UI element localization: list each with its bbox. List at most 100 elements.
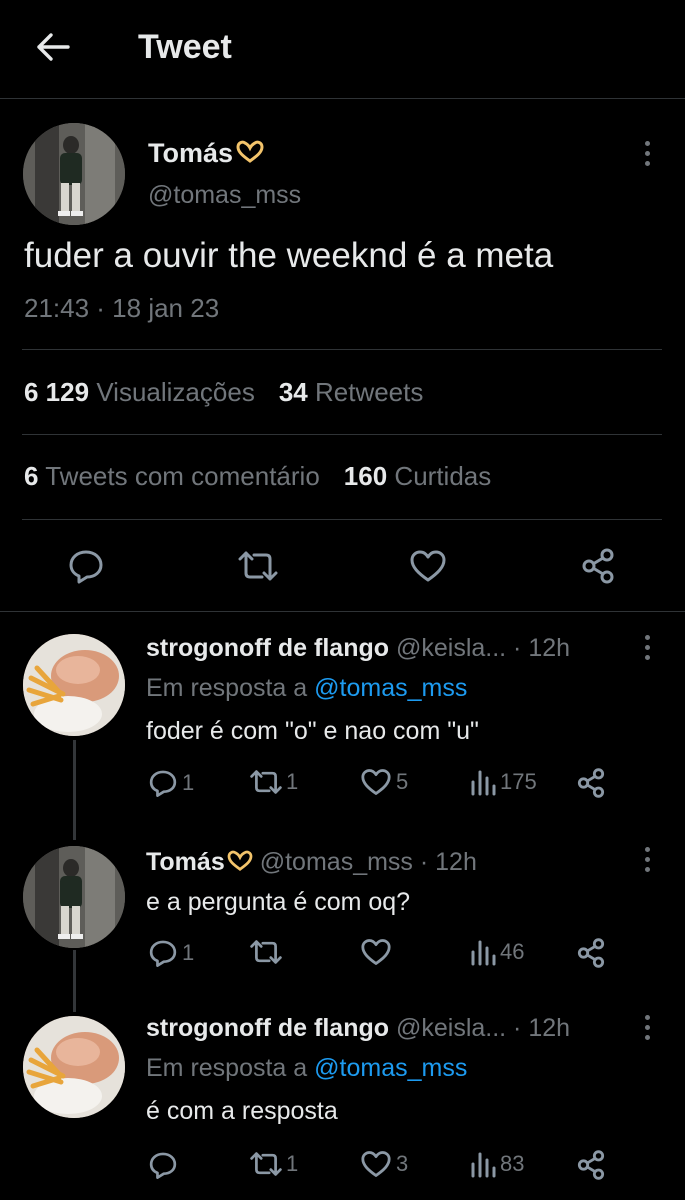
reply-retweet-button[interactable]: 1	[250, 768, 298, 796]
author-name[interactable]: Tomás	[148, 138, 265, 169]
reply-like-button[interactable]: 3	[360, 1150, 408, 1178]
retweet-icon	[250, 1150, 282, 1178]
view-count: 175	[500, 769, 537, 794]
reply-views-button[interactable]: 83	[470, 1150, 524, 1178]
top-bar: Tweet	[0, 0, 685, 99]
heart-icon	[409, 549, 447, 583]
avatar[interactable]	[23, 123, 125, 225]
more-options-icon[interactable]	[632, 632, 662, 662]
quote-tweets-stat[interactable]: 6 Tweets com comentário	[24, 461, 320, 491]
quotes-label: Tweets com comentário	[45, 461, 320, 491]
divider	[0, 611, 685, 612]
views-chart-icon	[470, 768, 496, 796]
like-count: 5	[396, 769, 409, 794]
likes-stat[interactable]: 160 Curtidas	[344, 461, 491, 491]
views-label: Visualizações	[96, 377, 255, 407]
reply-icon	[148, 938, 178, 968]
like-count: 3	[396, 1151, 409, 1176]
reply-avatar[interactable]	[23, 846, 125, 948]
reply-avatar[interactable]	[23, 1016, 125, 1118]
replying-to-label: Em resposta a	[146, 1054, 308, 1082]
divider	[22, 519, 662, 520]
reply-share-button[interactable]	[576, 768, 606, 798]
share-icon	[576, 938, 606, 968]
view-count: 83	[500, 1151, 525, 1176]
likes-label: Curtidas	[394, 461, 492, 491]
reply-icon	[148, 768, 178, 798]
reply-reply-button[interactable]: 1	[148, 768, 194, 798]
mention-link[interactable]: @tomas_mss	[314, 1054, 467, 1082]
tweet-timestamp[interactable]: 21:43 · 18 jan 23	[24, 293, 219, 324]
views-stat[interactable]: 6 129 Visualizações	[24, 377, 255, 407]
reply-like-button[interactable]	[360, 938, 396, 966]
retweet-count: 1	[286, 769, 299, 794]
views-chart-icon	[470, 938, 496, 966]
divider	[22, 434, 662, 435]
mention-link[interactable]: @tomas_mss	[314, 674, 467, 702]
share-icon	[580, 548, 616, 584]
author-handle[interactable]: @tomas_mss	[148, 181, 301, 210]
heart-hands-icon	[226, 850, 254, 872]
reply-views-button[interactable]: 175	[470, 768, 537, 796]
heart-icon	[360, 938, 392, 966]
reply-handle-time: @tomas_mss · 12h	[259, 848, 477, 876]
tweet-text: fuder a ouvir the weeknd é a meta	[24, 236, 554, 275]
tweet-screen: Tweet Tomás @tomas_mss fuder a ouvir the…	[0, 0, 685, 1200]
reply-share-button[interactable]	[576, 938, 606, 968]
back-button[interactable]	[32, 26, 74, 68]
retweets-stat[interactable]: 34 Retweets	[279, 377, 424, 407]
retweet-icon	[250, 768, 282, 796]
retweet-icon	[238, 549, 278, 583]
share-icon	[576, 768, 606, 798]
stats-row-views-retweets: 6 129 Visualizações 34 Retweets	[24, 377, 423, 408]
reply-author-name: strogonoff de flango	[146, 1014, 390, 1042]
heart-hands-icon	[235, 140, 265, 164]
reply-count: 1	[182, 770, 195, 795]
reply-retweet-button[interactable]: 1	[250, 1150, 298, 1178]
reply-reply-button[interactable]	[148, 1150, 182, 1180]
retweets-count: 34	[278, 377, 308, 407]
more-options-icon[interactable]	[632, 844, 662, 874]
reply-author-line[interactable]: Tomás @tomas_mss · 12h	[146, 848, 477, 877]
heart-icon	[360, 1150, 392, 1178]
arrow-left-icon	[36, 32, 70, 62]
thread-connector	[73, 950, 76, 1012]
divider	[22, 349, 662, 350]
views-count: 6 129	[24, 377, 90, 407]
replying-to-label: Em resposta a	[146, 674, 308, 702]
reply-count: 1	[182, 940, 195, 965]
reply-avatar[interactable]	[23, 634, 125, 736]
reply-author-line[interactable]: strogonoff de flango @keisla... · 12h	[146, 634, 570, 663]
like-button[interactable]	[408, 546, 448, 586]
likes-count: 160	[343, 461, 388, 491]
replying-to: Em resposta a @tomas_mss	[146, 1054, 467, 1083]
reply-button[interactable]	[66, 546, 106, 586]
retweet-button[interactable]	[238, 546, 278, 586]
stats-row-quotes-likes: 6 Tweets com comentário 160 Curtidas	[24, 461, 491, 492]
reply-author-name: Tomás	[146, 848, 225, 876]
reply-retweet-button[interactable]	[250, 938, 286, 966]
views-chart-icon	[470, 1150, 496, 1178]
reply-author-line[interactable]: strogonoff de flango @keisla... · 12h	[146, 1014, 570, 1043]
retweets-label: Retweets	[314, 377, 424, 407]
more-options-icon[interactable]	[632, 1012, 662, 1042]
reply-share-button[interactable]	[576, 1150, 606, 1180]
more-options-icon[interactable]	[632, 138, 662, 168]
reply-views-button[interactable]: 46	[470, 938, 524, 966]
reply-text: e a pergunta é com oq?	[146, 888, 411, 916]
thread-connector	[73, 740, 76, 840]
share-icon	[576, 1150, 606, 1180]
reply-reply-button[interactable]: 1	[148, 938, 194, 968]
reply-icon	[148, 1150, 178, 1180]
heart-icon	[360, 768, 392, 796]
reply-text: é com a resposta	[146, 1097, 338, 1125]
retweet-count: 1	[286, 1151, 299, 1176]
share-button[interactable]	[578, 546, 618, 586]
reply-icon	[67, 548, 105, 584]
reply-text: foder é com "o" e nao com "u"	[146, 717, 479, 745]
reply-author-name: strogonoff de flango	[146, 634, 390, 662]
quotes-count: 6	[24, 461, 39, 491]
author-name-text: Tomás	[148, 138, 234, 168]
reply-like-button[interactable]: 5	[360, 768, 408, 796]
reply-handle-time: @keisla... · 12h	[395, 634, 571, 662]
